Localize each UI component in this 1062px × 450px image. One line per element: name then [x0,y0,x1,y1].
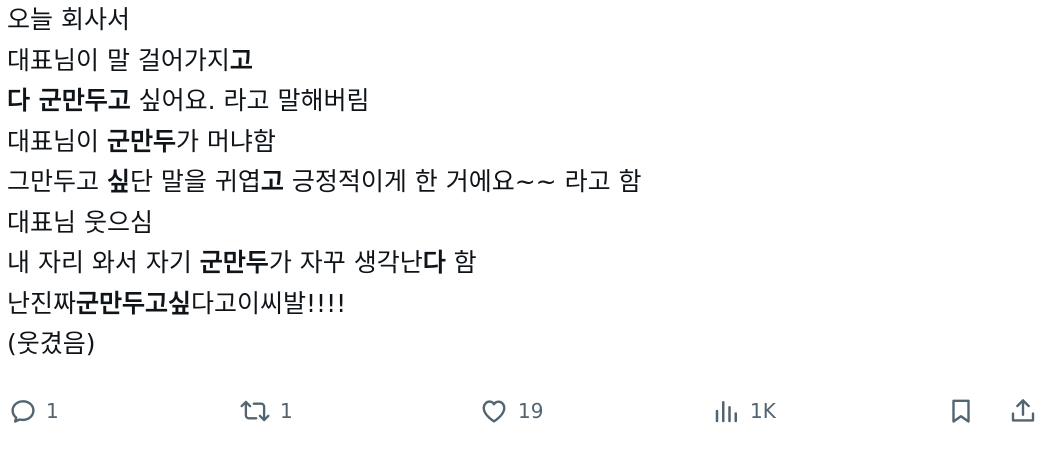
text-segment: 그만두고 [7,167,107,196]
reply-button[interactable]: 1 [8,388,59,434]
text-segment: 다고이씨발!!!! [191,288,347,318]
post-text: 오늘 회사서 대표님이 말 걸어가지고 다 군만두고 싶어요. 라고 말해버림 … [7,0,1047,365]
post-line: 대표님이 군만두가 머냐함 [7,122,1047,163]
reply-count: 1 [46,399,59,423]
bold-text-segment: 고 [260,167,284,196]
text-segment: 가 자꾸 생각난 [268,248,423,277]
reply-icon [8,396,38,426]
post-line: 오늘 회사서 [7,0,1047,41]
post-line: (웃겼음) [7,324,1047,365]
views-button[interactable]: 1K [712,388,776,434]
post-line: 대표님이 말 걸어가지고 [7,41,1047,82]
post-line: 다 군만두고 싶어요. 라고 말해버림 [7,81,1047,122]
post-line: 내 자리 와서 자기 군만두가 자꾸 생각난다 함 [7,243,1047,284]
views-count: 1K [750,399,776,423]
bold-text-segment: 싶 [106,167,130,196]
bold-text-segment: 군만두 [106,126,176,156]
repost-icon [238,396,272,426]
action-bar: 1 1 19 1K [0,388,1062,434]
share-icon [1008,396,1038,426]
repost-count: 1 [280,399,293,423]
like-button[interactable]: 19 [478,388,543,434]
text-segment: 오늘 회사서 [7,5,130,34]
text-segment: 함 [445,248,477,277]
post-line: 그만두고 싶단 말을 귀엽고 긍정적이게 한 거에요~~ 라고 함 [7,162,1047,203]
bold-text-segment: 고 [229,45,253,75]
heart-icon [478,396,510,426]
bookmark-icon [946,396,976,426]
text-segment: 내 자리 와서 자기 [7,248,200,277]
like-count: 19 [518,399,544,423]
text-segment: 가 머냐함 [175,126,276,156]
text-segment: 대표님이 말 걸어가지 [7,45,230,75]
post-line: 대표님 웃으심 [7,203,1047,244]
text-segment: 단 말을 귀엽 [129,167,261,196]
bold-text-segment: 군만두 [199,248,269,277]
bold-text-segment: 군만두고싶 [76,288,192,318]
text-segment: (웃겼음) [7,329,96,358]
post-line: 난진짜군만두고싶다고이씨발!!!! [7,284,1047,325]
text-segment: 대표님 웃으심 [7,207,153,237]
bold-text-segment: 다 [422,248,446,277]
text-segment: 대표님이 [7,126,107,156]
text-segment: 긍정적이게 한 거에요~~ 라고 함 [283,167,642,196]
views-icon [712,396,742,426]
bold-text-segment: 다 군만두고 [7,86,131,115]
text-segment: 난진짜 [7,288,77,318]
repost-button[interactable]: 1 [238,388,293,434]
share-button[interactable] [1008,388,1038,434]
text-segment: 싶어요. 라고 말해버림 [130,86,370,115]
bookmark-button[interactable] [946,388,976,434]
